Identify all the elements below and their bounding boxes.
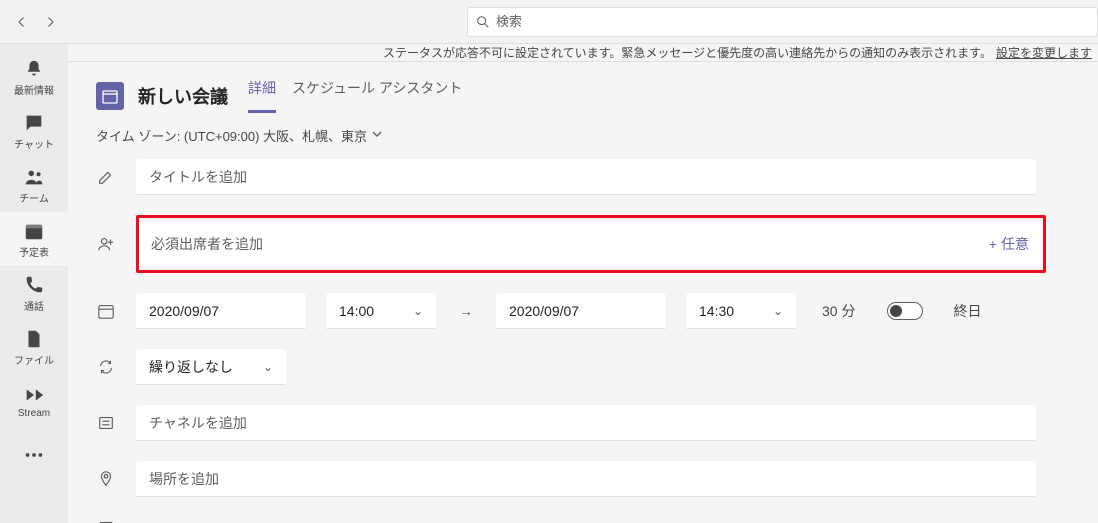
end-date-value: 2020/09/07 — [509, 303, 579, 319]
nav-back-button[interactable] — [12, 12, 32, 32]
start-date-field[interactable]: 2020/09/07 — [136, 293, 306, 329]
rail-label: 予定表 — [19, 244, 49, 259]
calendar-badge-icon — [96, 82, 124, 110]
description-row — [96, 517, 1070, 523]
tab-detail[interactable]: 詳細 — [248, 78, 276, 113]
rail-files[interactable]: ファイル — [0, 320, 68, 374]
location-input[interactable] — [149, 471, 1023, 487]
edit-icon — [96, 167, 116, 187]
chevron-down-icon: ⌄ — [263, 360, 273, 374]
page-title: 新しい会議 — [138, 83, 228, 109]
title-row — [96, 159, 1070, 195]
channel-row — [96, 405, 1070, 441]
recurrence-value: 繰り返しなし — [149, 357, 233, 377]
location-icon — [96, 469, 116, 489]
location-row — [96, 461, 1070, 497]
search-icon — [476, 15, 490, 29]
rail-label: 通話 — [24, 298, 44, 313]
arrow-right-icon: → — [456, 303, 476, 319]
rail-calls[interactable]: 通話 — [0, 266, 68, 320]
calendar-icon — [23, 220, 45, 242]
file-icon — [23, 328, 45, 350]
tabs: 詳細 スケジュール アシスタント — [248, 78, 462, 113]
location-field[interactable] — [136, 461, 1036, 497]
attendees-row: + 任意 — [96, 215, 1070, 273]
end-time-value: 14:30 — [699, 303, 734, 319]
title-field[interactable] — [136, 159, 1036, 195]
search-input[interactable] — [496, 14, 1089, 29]
end-time-field[interactable]: 14:30 ⌄ — [686, 293, 796, 329]
meeting-form: + 任意 2020/09/07 14:00 ⌄ → 2020/09/07 — [68, 159, 1098, 523]
rail-label: チーム — [19, 190, 49, 205]
status-notice: ステータスが応答不可に設定されています。緊急メッセージと優先度の高い連絡先からの… — [68, 44, 1098, 62]
phone-icon — [23, 274, 45, 296]
notice-change-link[interactable]: 設定を変更します — [996, 44, 1092, 61]
stream-icon — [23, 384, 45, 406]
notice-text: ステータスが応答不可に設定されています。緊急メッセージと優先度の高い連絡先からの… — [383, 44, 992, 61]
chevron-down-icon — [371, 128, 383, 143]
datetime-row: 2020/09/07 14:00 ⌄ → 2020/09/07 14:30 ⌄ … — [96, 293, 1070, 329]
add-person-icon — [96, 234, 116, 254]
rail-calendar[interactable]: 予定表 — [0, 212, 68, 266]
search-box[interactable] — [467, 7, 1098, 37]
description-icon — [96, 517, 116, 523]
chevron-down-icon: ⌄ — [413, 304, 423, 318]
attendees-input[interactable] — [151, 236, 963, 252]
tab-scheduling-assistant[interactable]: スケジュール アシスタント — [292, 78, 462, 113]
nav-forward-button[interactable] — [40, 12, 60, 32]
top-bar — [0, 0, 1098, 44]
start-time-field[interactable]: 14:00 ⌄ — [326, 293, 436, 329]
channel-field[interactable] — [136, 405, 1036, 441]
app-rail: 最新情報 チャット チーム 予定表 通話 ファイル Stream — [0, 44, 68, 523]
rail-more[interactable] — [0, 428, 68, 482]
timezone-selector[interactable]: タイム ゾーン: (UTC+09:00) 大阪、札幌、東京 — [68, 112, 1098, 159]
channel-input[interactable] — [149, 415, 1023, 431]
rail-label: 最新情報 — [14, 82, 54, 97]
rail-activity[interactable]: 最新情報 — [0, 50, 68, 104]
page-header: 新しい会議 詳細 スケジュール アシスタント — [68, 62, 1098, 113]
recurrence-icon — [96, 357, 116, 377]
title-input[interactable] — [149, 169, 1023, 185]
attendees-highlight: + 任意 — [136, 215, 1046, 273]
allday-toggle[interactable] — [887, 302, 923, 320]
start-time-value: 14:00 — [339, 303, 374, 319]
timezone-label: タイム ゾーン: (UTC+09:00) 大阪、札幌、東京 — [96, 126, 367, 145]
attendees-field[interactable] — [139, 222, 975, 266]
rail-teams[interactable]: チーム — [0, 158, 68, 212]
teams-icon — [23, 166, 45, 188]
start-date-value: 2020/09/07 — [149, 303, 219, 319]
chevron-down-icon: ⌄ — [773, 304, 783, 318]
rail-label: Stream — [18, 408, 50, 419]
add-optional-link[interactable]: + 任意 — [975, 222, 1043, 266]
end-date-field[interactable]: 2020/09/07 — [496, 293, 666, 329]
allday-label: 終日 — [953, 301, 981, 321]
rail-label: ファイル — [14, 352, 54, 367]
duration-label: 30 分 — [822, 301, 855, 321]
nav-arrows — [0, 12, 72, 32]
rail-stream[interactable]: Stream — [0, 374, 68, 428]
chat-icon — [23, 112, 45, 134]
recurrence-row: 繰り返しなし ⌄ — [96, 349, 1070, 385]
clock-icon — [96, 301, 116, 321]
content-area: ステータスが応答不可に設定されています。緊急メッセージと優先度の高い連絡先からの… — [68, 44, 1098, 523]
rail-label: チャット — [14, 136, 54, 151]
more-icon — [23, 444, 45, 466]
rail-chat[interactable]: チャット — [0, 104, 68, 158]
channel-icon — [96, 413, 116, 433]
recurrence-select[interactable]: 繰り返しなし ⌄ — [136, 349, 286, 385]
toggle-knob — [890, 305, 902, 317]
bell-icon — [23, 58, 45, 80]
